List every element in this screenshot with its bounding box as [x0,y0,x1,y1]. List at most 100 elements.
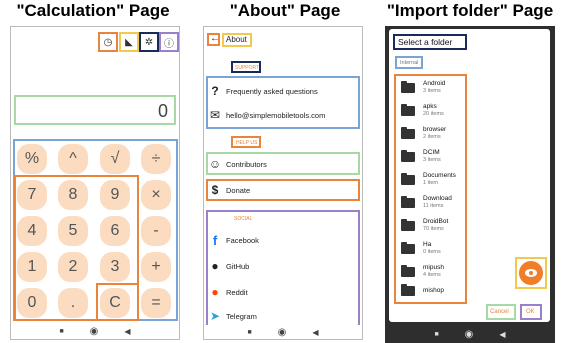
folder-count: 2 items [423,134,441,140]
folder-icon [401,264,415,277]
back-nav-icon[interactable]: ◀ [312,328,318,337]
folder-icon [401,172,415,185]
eye-icon [525,269,537,277]
folder-icon [401,218,415,231]
back-nav-icon[interactable]: ◀ [124,327,130,336]
unit-icon: ◣ [125,36,133,48]
folder-count: 4 items [423,272,441,278]
email-label: hello@simplemobiletools.com [226,110,326,120]
key-minus[interactable]: - [141,216,171,246]
key-6[interactable]: 6 [100,216,130,246]
recent-apps-icon[interactable]: ■ [434,331,438,338]
key-multiply[interactable]: × [141,180,171,210]
import-screen: Select a folder Internal Android 3 items … [385,26,555,343]
nav-bar: ■ ◉ ◀ [204,325,362,339]
key-2[interactable]: 2 [58,252,88,282]
nav-bar: ■ ◉ ◀ [385,325,555,343]
back-nav-icon[interactable]: ◀ [499,330,505,339]
home-icon[interactable]: ◉ [278,327,287,338]
facebook-item[interactable]: f Facebook [204,229,331,251]
info-button[interactable]: ⓘ [159,32,179,52]
folder-count: 20 items [423,111,444,117]
folder-icon [401,126,415,139]
home-icon[interactable]: ◉ [90,326,99,337]
home-icon[interactable]: ◉ [465,329,474,340]
key-0[interactable]: 0 [17,288,47,318]
breadcrumb-label: Internal [400,60,419,66]
folder-name: DCIM [423,149,440,156]
github-item[interactable]: ● GitHub [204,255,331,277]
folder-item-documents[interactable]: Documents 1 item [401,168,456,191]
key-7[interactable]: 7 [17,180,47,210]
key-1[interactable]: 1 [17,252,47,282]
support-label-box: SUPPORT [231,61,261,73]
recent-apps-icon[interactable]: ■ [59,328,63,335]
telegram-label: Telegram [226,311,257,321]
folder-item-android[interactable]: Android 3 items [401,76,445,99]
history-button[interactable]: ◷ [98,32,118,52]
github-label: GitHub [226,261,250,271]
reddit-icon: ● [211,285,219,299]
faq-item[interactable]: ? Frequently asked questions [204,81,331,101]
folder-icon [401,80,415,93]
key-clear[interactable]: C [100,288,130,318]
reddit-item[interactable]: ● Reddit [204,281,331,303]
recent-apps-icon[interactable]: ■ [247,329,251,336]
facebook-icon: f [212,232,218,248]
cancel-button[interactable]: Cancel [486,304,516,320]
folder-icon [401,241,415,254]
folder-icon [401,149,415,162]
faq-label: Frequently asked questions [226,86,318,96]
folder-item-apks[interactable]: apks 20 items [401,99,444,122]
question-icon: ? [211,84,219,98]
folder-icon [401,195,415,208]
folder-name: DroidBot [423,218,449,225]
key-4[interactable]: 4 [17,216,47,246]
facebook-label: Facebook [226,235,259,245]
folder-item-browser[interactable]: browser 2 items [401,122,446,145]
folder-item-mipush[interactable]: mipush 4 items [401,260,444,283]
back-arrow-icon: ← [210,33,220,44]
key-3[interactable]: 3 [100,252,130,282]
back-button[interactable]: ← [207,33,220,46]
folder-item-mishop[interactable]: mishop [401,283,444,299]
folder-name: mishop [423,287,444,294]
key-divide[interactable]: ÷ [141,144,171,174]
social-label: SOCIAL [234,216,253,222]
show-hidden-button[interactable] [519,261,543,285]
telegram-item[interactable]: ➤ Telegram [204,307,331,325]
folder-item-droidbot[interactable]: DroidBot 70 items [401,214,448,237]
dollar-icon: $ [211,183,219,197]
folder-item-download[interactable]: Download 11 items [401,191,452,214]
key-root[interactable]: √ [100,144,130,174]
ok-button[interactable]: OK [520,304,542,320]
key-percent[interactable]: % [17,144,47,174]
github-icon: ● [211,259,219,273]
about-page-title: "About" Page [229,1,341,20]
key-power[interactable]: ^ [58,144,88,174]
folder-item-dcim[interactable]: DCIM 3 items [401,145,441,168]
email-item[interactable]: ✉ hello@simplemobiletools.com [204,105,331,125]
folder-icon [401,284,415,296]
folder-name: Download [423,195,452,202]
folder-count: 3 items [423,88,441,94]
folder-count: 3 items [423,157,441,163]
key-5[interactable]: 5 [58,216,88,246]
key-decimal[interactable]: . [58,288,88,318]
unit-button[interactable]: ◣ [119,32,139,52]
folder-item-ha[interactable]: Ha 0 items [401,237,441,260]
mail-icon: ✉ [209,108,221,122]
info-icon: ⓘ [164,38,174,50]
contributors-label: Contributors [226,159,267,169]
calc-screen: ◷ ◣ ✲ ⓘ 0 % ^ √ ÷ 7 8 9 × 4 5 6 - 1 2 3 … [10,26,180,340]
about-screen: ← About SUPPORT ? Frequently asked quest… [203,26,363,340]
key-9[interactable]: 9 [100,180,130,210]
key-plus[interactable]: + [141,252,171,282]
contributors-row: ☺ Contributors [204,154,331,174]
settings-button[interactable]: ✲ [139,32,159,52]
settings-icon: ✲ [144,36,154,48]
donate-row: $ Donate [204,180,331,200]
breadcrumb[interactable]: Internal [395,56,423,69]
key-equals[interactable]: = [141,288,171,318]
key-8[interactable]: 8 [58,180,88,210]
